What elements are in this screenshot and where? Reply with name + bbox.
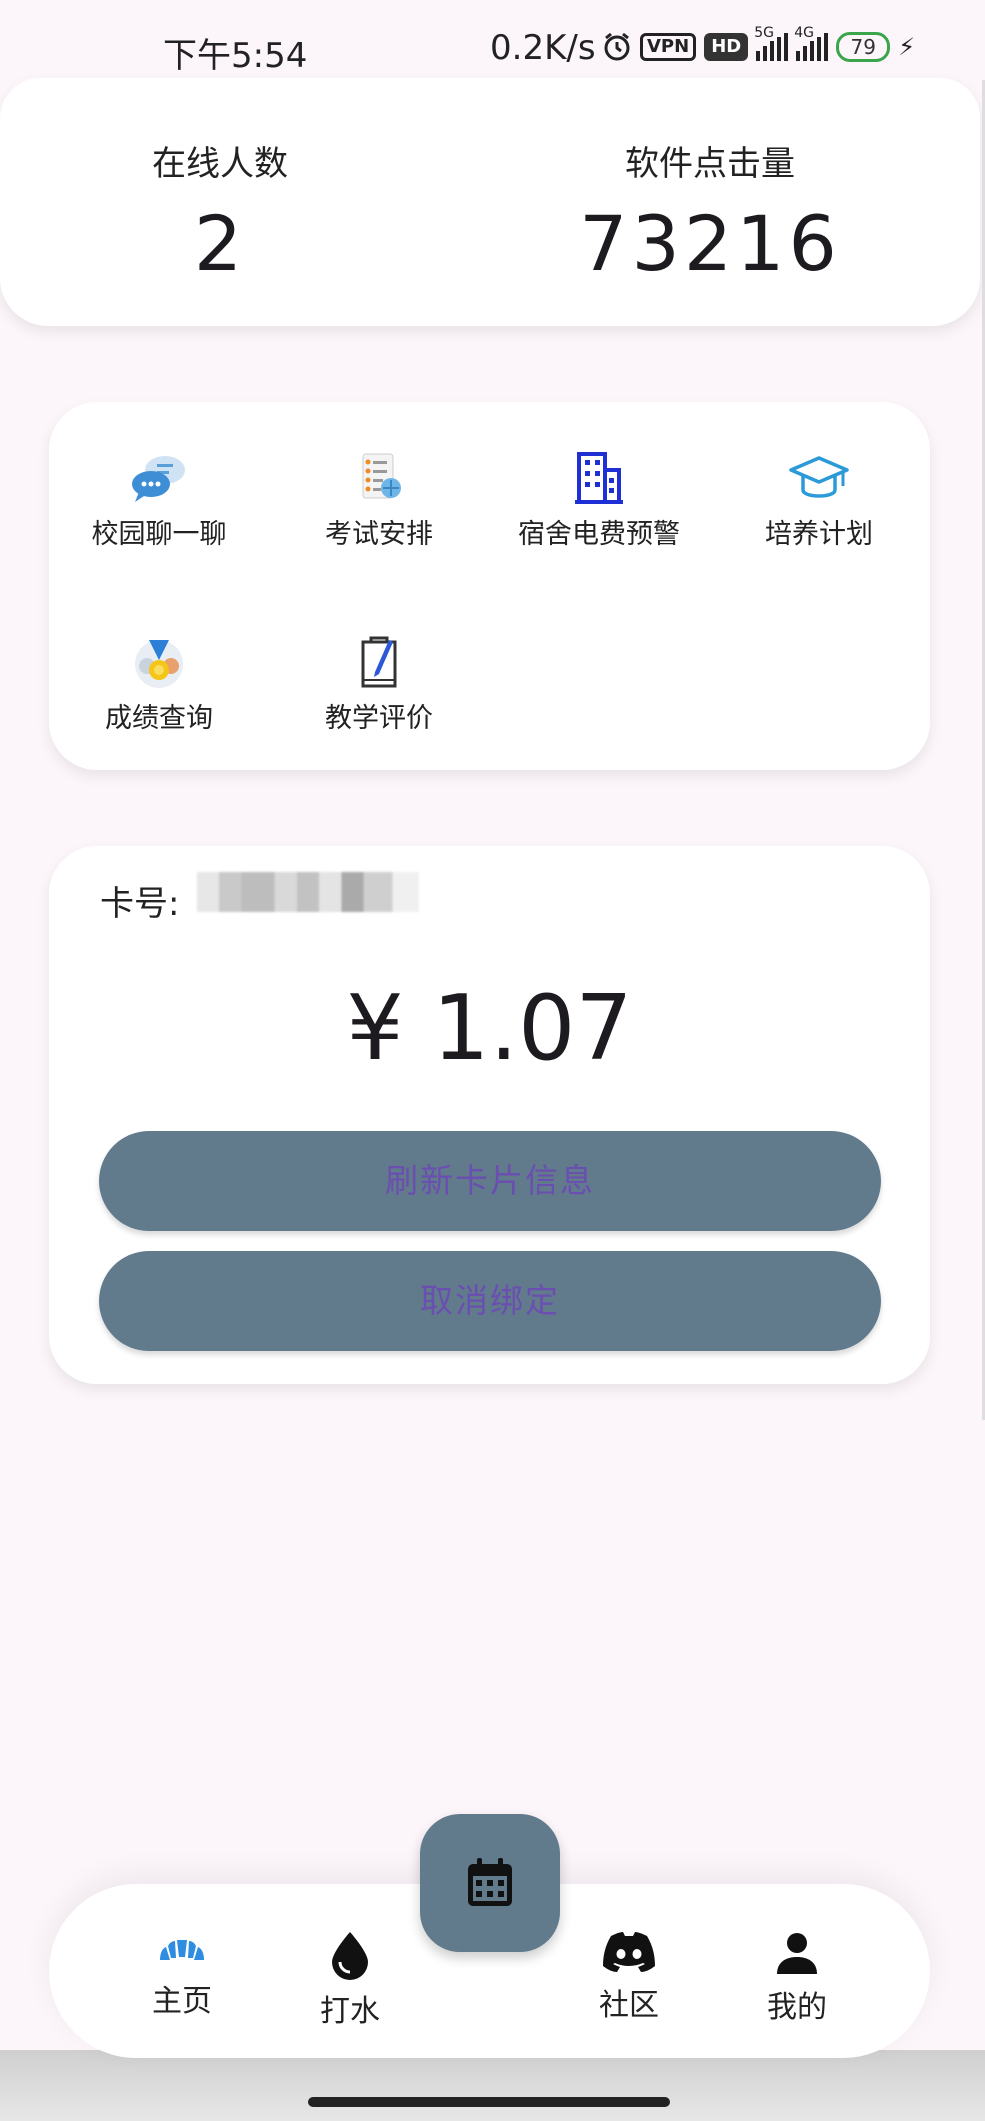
chat-bubbles-icon <box>132 456 185 502</box>
refresh-card-button[interactable]: 刷新卡片信息 <box>99 1131 881 1231</box>
campus-card-panel: 卡号: ¥ 1.07 刷新卡片信息 取消绑定 <box>49 846 930 1384</box>
grid-item-label: 教学评价 <box>325 703 433 734</box>
clipboard-pen-icon <box>361 636 397 688</box>
calendar-fab-button[interactable] <box>420 1814 560 1952</box>
graduation-cap-icon <box>789 456 849 498</box>
grid-item-dorm-electricity[interactable]: 宿舍电费预警 <box>489 448 709 551</box>
water-drop-icon <box>332 1932 368 1980</box>
function-grid: 校园聊一聊 考试安排 宿舍电费预警 培养计划 成绩查询 教学评价 <box>49 402 930 770</box>
exam-list-icon <box>362 453 401 499</box>
click-count-label: 软件点击量 <box>625 144 795 184</box>
signal-5g-icon: 5G <box>754 25 789 61</box>
person-icon <box>777 1933 817 1974</box>
grid-item-label: 成绩查询 <box>105 703 213 734</box>
status-time: 下午5:54 <box>163 36 308 76</box>
home-fan-icon <box>160 1940 204 1960</box>
battery-icon: 79 <box>836 32 891 62</box>
card-number-label: 卡号: <box>100 884 180 924</box>
discord-icon <box>603 1932 655 1972</box>
grid-item-grade-query[interactable]: 成绩查询 <box>49 632 269 735</box>
network-speed: 0.2K/s <box>490 28 596 68</box>
grid-item-label: 宿舍电费预警 <box>518 519 680 550</box>
medal-icon <box>135 640 183 688</box>
nav-item-home[interactable]: 主页 <box>122 1930 242 2020</box>
nav-item-profile[interactable]: 我的 <box>737 1930 857 2026</box>
grid-item-campus-chat[interactable]: 校园聊一聊 <box>49 448 269 551</box>
grid-item-teaching-evaluation[interactable]: 教学评价 <box>269 632 489 735</box>
nav-label: 打水 <box>320 1994 380 2029</box>
app-screen: 下午5:54 0.2K/s VPN HD 5G 4G 79 ⚡ 在线人数 2 软… <box>0 0 985 2121</box>
vpn-icon: VPN <box>640 33 697 61</box>
grid-item-label: 考试安排 <box>325 519 433 550</box>
nav-label: 主页 <box>152 1984 212 2019</box>
click-count-value: 73216 <box>579 199 841 288</box>
bottom-shade <box>0 2050 985 2121</box>
status-icons: VPN HD 5G 4G 79 ⚡ <box>602 25 916 62</box>
stats-card: 在线人数 2 软件点击量 73216 <box>0 78 980 326</box>
nav-item-community[interactable]: 社区 <box>569 1930 689 2024</box>
nav-label: 社区 <box>599 1988 659 2023</box>
nav-item-water[interactable]: 打水 <box>290 1930 410 2030</box>
signal-4g-label: 4G <box>794 25 814 41</box>
building-icon <box>575 452 623 504</box>
alarm-icon <box>604 32 630 61</box>
online-count: 在线人数 2 <box>70 136 370 288</box>
hd-icon: HD <box>704 33 749 61</box>
grid-item-label: 校园聊一聊 <box>91 519 227 550</box>
card-balance: ¥ 1.07 <box>346 976 633 1081</box>
card-number-masked <box>197 872 419 912</box>
grid-item-label: 培养计划 <box>765 519 873 550</box>
signal-5g-label: 5G <box>754 25 774 41</box>
unbind-card-button[interactable]: 取消绑定 <box>99 1251 881 1351</box>
home-indicator[interactable] <box>308 2097 670 2107</box>
grid-item-exam-schedule[interactable]: 考试安排 <box>269 448 489 551</box>
calendar-icon <box>468 1858 512 1906</box>
click-count: 软件点击量 73216 <box>560 136 860 288</box>
nav-label: 我的 <box>767 1990 827 2025</box>
online-count-value: 2 <box>193 199 247 288</box>
grid-item-training-plan[interactable]: 培养计划 <box>709 448 929 551</box>
charging-icon: ⚡ <box>898 33 916 61</box>
signal-4g-icon: 4G <box>794 25 829 61</box>
online-count-label: 在线人数 <box>152 144 288 184</box>
